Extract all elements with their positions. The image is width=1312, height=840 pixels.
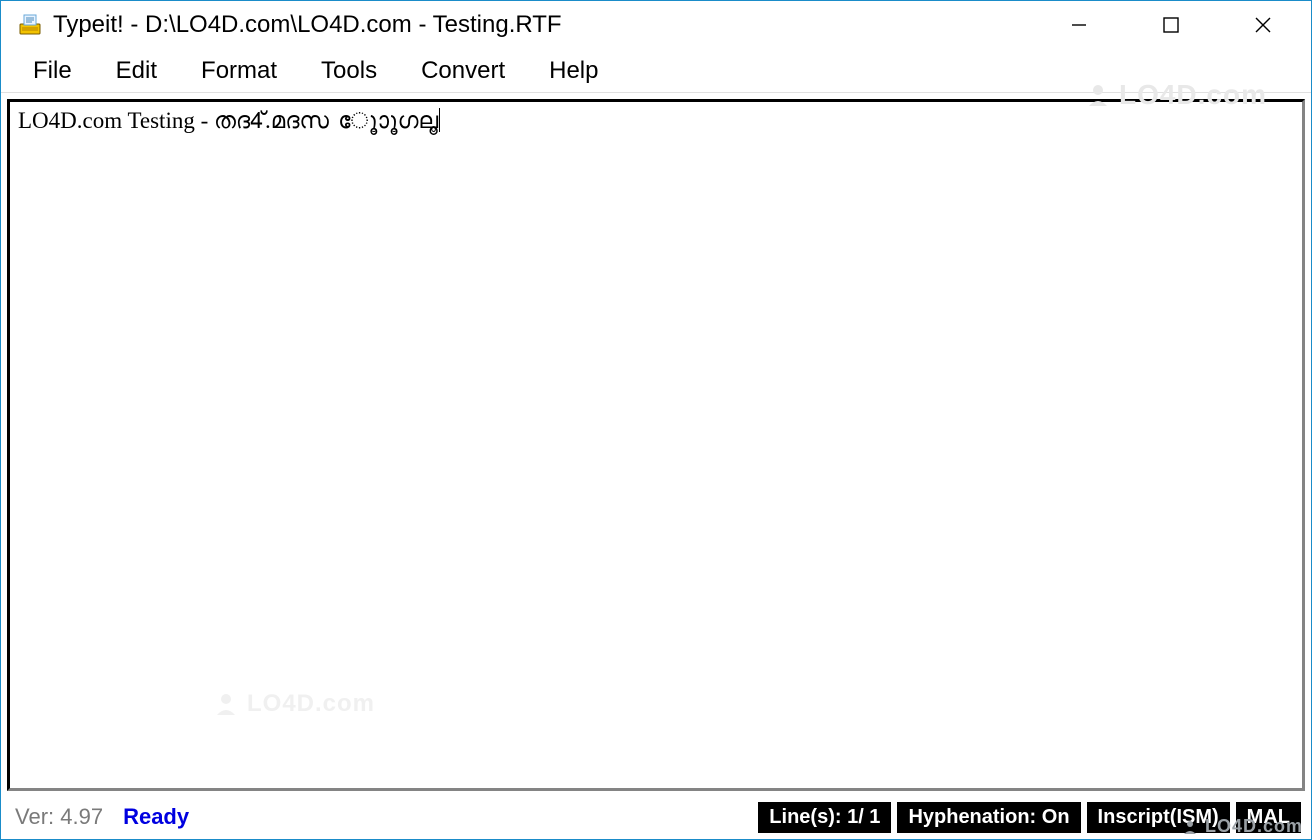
titlebar: Typeit! - D:\LO4D.com\LO4D.com - Testing… [1,1,1311,49]
menu-edit[interactable]: Edit [94,53,179,89]
status-language[interactable]: MAL [1236,802,1301,833]
editor-container: LO4D.com Testing - തദ4്.മദസ ൂോൂഗലൂ [1,93,1311,799]
editor-content: LO4D.com Testing - തദ4്.മദസ ൂോൂഗലൂ [18,108,438,133]
menu-help[interactable]: Help [527,53,620,89]
minimize-button[interactable] [1033,1,1125,49]
statusbar: Ver: 4.97 Ready Line(s): 1/ 1 Hyphenatio… [1,799,1311,839]
app-icon [17,12,43,38]
menubar: File Edit Format Tools Convert Help [1,49,1311,93]
window-title: Typeit! - D:\LO4D.com\LO4D.com - Testing… [53,11,562,39]
menu-file[interactable]: File [11,53,94,89]
status-ready: Ready [123,804,189,830]
menu-format[interactable]: Format [179,53,299,89]
menu-tools[interactable]: Tools [299,53,399,89]
status-hyphenation[interactable]: Hyphenation: On [897,802,1080,833]
status-input-method[interactable]: Inscript(ISM) [1087,802,1230,833]
text-editor[interactable]: LO4D.com Testing - തദ4്.മദസ ൂോൂഗലൂ [7,99,1305,791]
app-window: Typeit! - D:\LO4D.com\LO4D.com - Testing… [0,0,1312,840]
text-cursor [439,108,440,132]
status-version: Ver: 4.97 [15,804,103,830]
menu-convert[interactable]: Convert [399,53,527,89]
close-button[interactable] [1217,1,1309,49]
status-lines[interactable]: Line(s): 1/ 1 [758,802,891,833]
window-controls [1033,1,1309,49]
maximize-button[interactable] [1125,1,1217,49]
